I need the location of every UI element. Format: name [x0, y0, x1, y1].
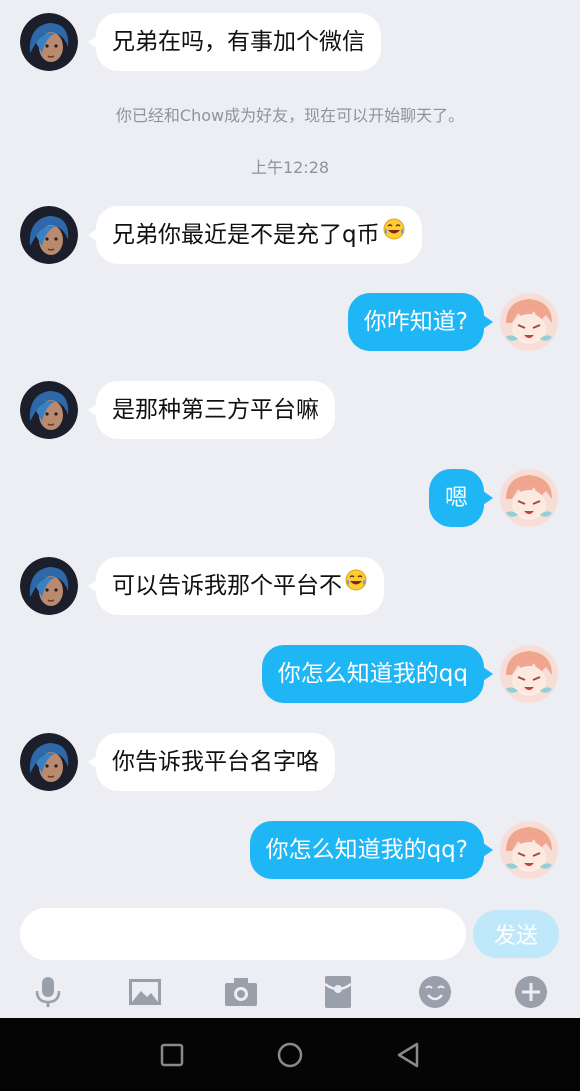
message-row-outgoing: 你怎么知道我的qq	[0, 642, 580, 706]
message-row-outgoing: 你咋知道?	[0, 290, 580, 354]
send-button[interactable]: 发送	[473, 910, 559, 958]
message-row-outgoing: 嗯	[0, 466, 580, 530]
recents-square-icon[interactable]	[155, 1038, 189, 1072]
message-bubble-incoming[interactable]: 你告诉我平台名字咯	[88, 733, 335, 791]
tears-of-joy-emoji	[382, 205, 406, 263]
message-text: 你怎么知道我的qq?	[265, 837, 468, 863]
user-avatar[interactable]	[500, 469, 558, 527]
message-input[interactable]	[20, 908, 466, 960]
message-text: 兄弟你最近是不是充了q币	[112, 222, 380, 248]
back-triangle-icon[interactable]	[391, 1038, 425, 1072]
message-row-incoming: 你告诉我平台名字咯	[0, 730, 580, 794]
contact-avatar[interactable]	[20, 557, 78, 615]
input-toolbar	[0, 970, 580, 1018]
tears-of-joy-emoji	[344, 556, 368, 614]
user-avatar[interactable]	[500, 645, 558, 703]
message-bubble-incoming[interactable]: 兄弟你最近是不是充了q币	[88, 205, 422, 264]
message-row-incoming: 兄弟在吗，有事加个微信	[0, 10, 580, 74]
contact-avatar[interactable]	[20, 733, 78, 791]
message-text: 嗯	[445, 485, 468, 511]
user-avatar[interactable]	[500, 293, 558, 351]
plus-icon[interactable]	[513, 974, 549, 1010]
contact-avatar[interactable]	[20, 13, 78, 71]
message-bubble-outgoing[interactable]: 你咋知道?	[347, 293, 494, 351]
system-navigation-bar	[0, 1018, 580, 1091]
message-text: 兄弟在吗，有事加个微信	[112, 29, 365, 55]
camera-icon[interactable]	[223, 974, 259, 1010]
message-timestamp: 上午12:28	[250, 158, 330, 177]
message-bubble-incoming[interactable]: 兄弟在吗，有事加个微信	[88, 13, 381, 71]
message-row-incoming: 兄弟你最近是不是充了q币	[0, 203, 580, 267]
user-avatar[interactable]	[500, 821, 558, 879]
message-row-incoming: 可以告诉我那个平台不	[0, 554, 580, 618]
chat-message-list[interactable]: 兄弟在吗，有事加个微信 你已经和Chow成为好友，现在可以开始聊天了。 上午12…	[0, 0, 580, 900]
message-bubble-outgoing[interactable]: 嗯	[429, 469, 493, 527]
message-bubble-outgoing[interactable]: 你怎么知道我的qq	[261, 645, 494, 703]
emoji-face-icon[interactable]	[417, 974, 453, 1010]
message-row-outgoing: 你怎么知道我的qq?	[0, 818, 580, 882]
contact-avatar[interactable]	[20, 381, 78, 439]
message-bubble-incoming[interactable]: 可以告诉我那个平台不	[88, 556, 384, 615]
message-text: 你怎么知道我的qq	[277, 661, 468, 687]
message-text: 可以告诉我那个平台不	[112, 573, 342, 599]
message-row-incoming: 是那种第三方平台嘛	[0, 378, 580, 442]
message-text: 你咋知道?	[363, 309, 468, 335]
message-bubble-incoming[interactable]: 是那种第三方平台嘛	[88, 381, 335, 439]
friend-added-notice: 你已经和Chow成为好友，现在可以开始聊天了。	[115, 106, 465, 125]
message-text: 你告诉我平台名字咯	[112, 749, 319, 775]
message-text: 是那种第三方平台嘛	[112, 397, 319, 423]
message-bubble-outgoing[interactable]: 你怎么知道我的qq?	[249, 821, 494, 879]
home-circle-icon[interactable]	[273, 1038, 307, 1072]
message-input-bar: 发送	[0, 900, 580, 970]
contact-avatar[interactable]	[20, 206, 78, 264]
red-packet-icon[interactable]	[320, 974, 356, 1010]
microphone-icon[interactable]	[30, 974, 66, 1010]
image-icon[interactable]	[127, 974, 163, 1010]
